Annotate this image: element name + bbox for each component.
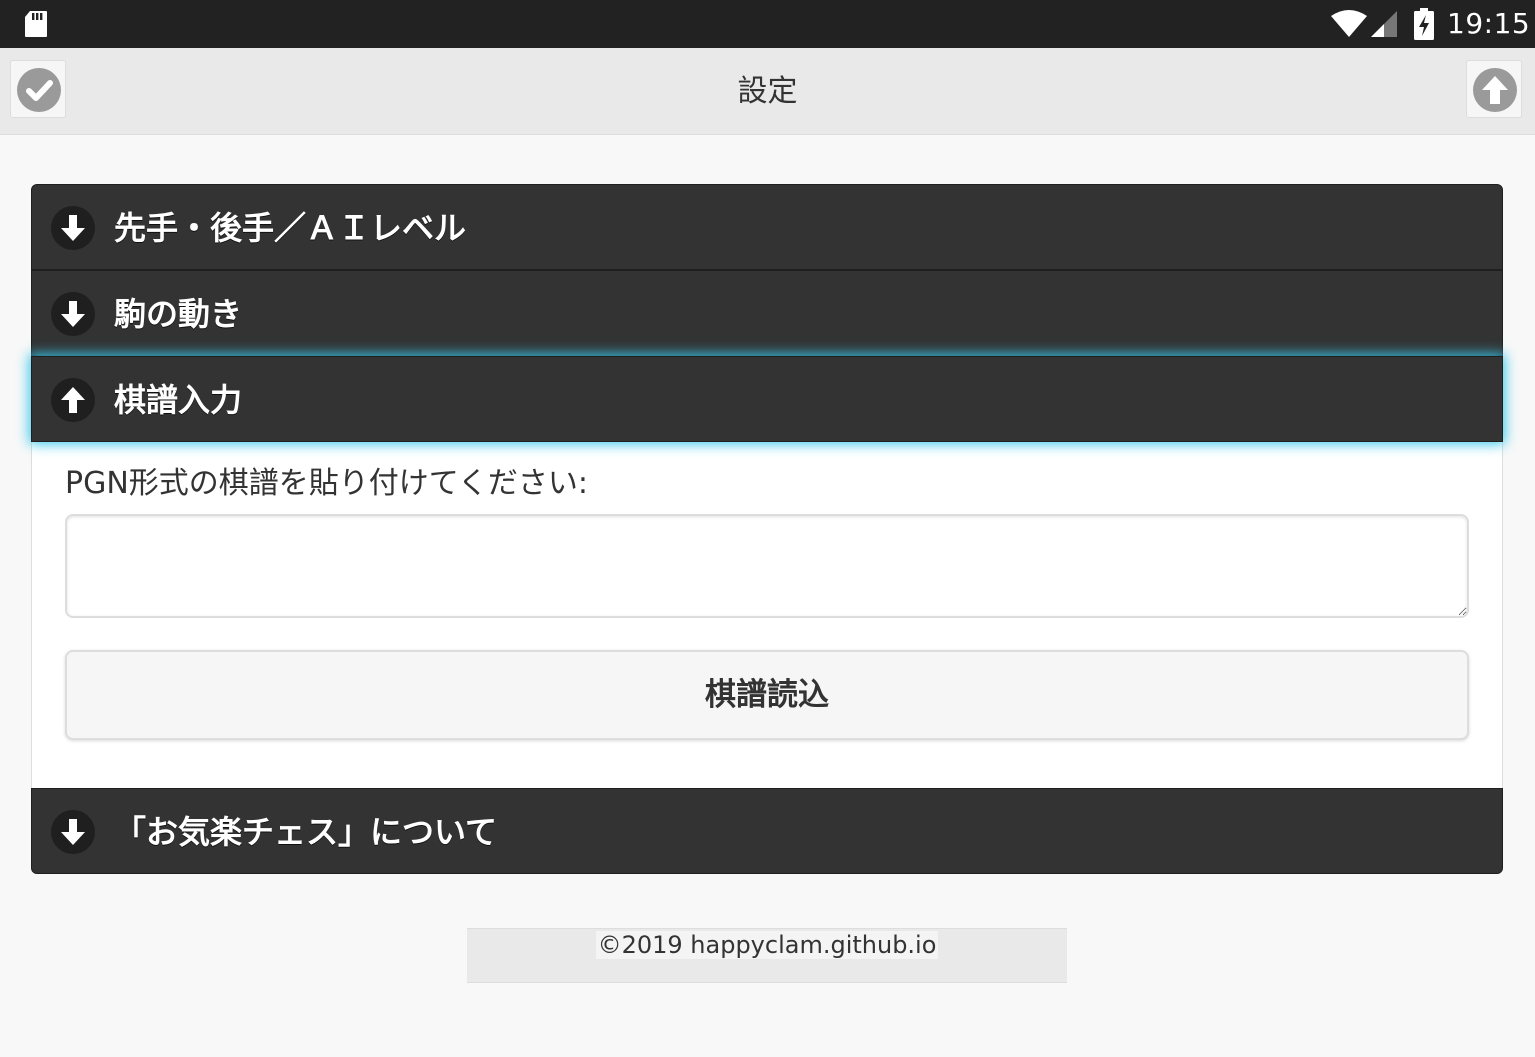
section-label: 「お気楽チェス」について (114, 813, 498, 851)
battery-charging-icon (1414, 8, 1434, 40)
arrow-up-icon (1482, 76, 1508, 104)
sd-card-icon (25, 11, 47, 37)
section-label: 棋譜入力 (114, 381, 243, 419)
section-header-kifu-input[interactable]: 棋譜入力 (31, 356, 1503, 442)
pgn-textarea[interactable] (65, 514, 1469, 618)
scroll-top-button[interactable] (1466, 60, 1522, 118)
footer: ©2019 happyclam.github.io (467, 928, 1067, 983)
check-icon (26, 80, 53, 101)
done-button[interactable] (10, 60, 66, 118)
settings-collapsible-set: 先手・後手／ＡＩレベル 駒の動き 棋譜入力 PGN形式の棋譜を貼り付けてください… (31, 184, 1503, 874)
status-bar: 19:15 (0, 0, 1535, 48)
arrow-down-icon (51, 810, 95, 854)
section-header-piece-moves[interactable]: 駒の動き (31, 270, 1503, 356)
wifi-icon (1331, 10, 1367, 37)
section-header-about[interactable]: 「お気楽チェス」について (31, 788, 1503, 874)
arrow-down-icon (51, 206, 95, 250)
copyright-text: ©2019 happyclam.github.io (467, 931, 1067, 959)
signal-icon (1371, 11, 1397, 37)
section-content-kifu-input: PGN形式の棋譜を貼り付けてください: 棋譜読込 (31, 442, 1503, 788)
arrow-up-icon (51, 378, 95, 422)
clock: 19:15 (1447, 7, 1531, 40)
section-label: 先手・後手／ＡＩレベル (114, 209, 467, 247)
copyright-label: ©2019 happyclam.github.io (595, 931, 939, 959)
page-header: 設定 (0, 48, 1535, 135)
pgn-prompt-label: PGN形式の棋譜を貼り付けてください: (65, 466, 588, 501)
section-header-player-ai[interactable]: 先手・後手／ＡＩレベル (31, 184, 1503, 270)
section-label: 駒の動き (114, 295, 243, 333)
arrow-down-icon (51, 292, 95, 336)
load-kifu-button[interactable]: 棋譜読込 (65, 650, 1469, 740)
page-title: 設定 (737, 74, 798, 109)
